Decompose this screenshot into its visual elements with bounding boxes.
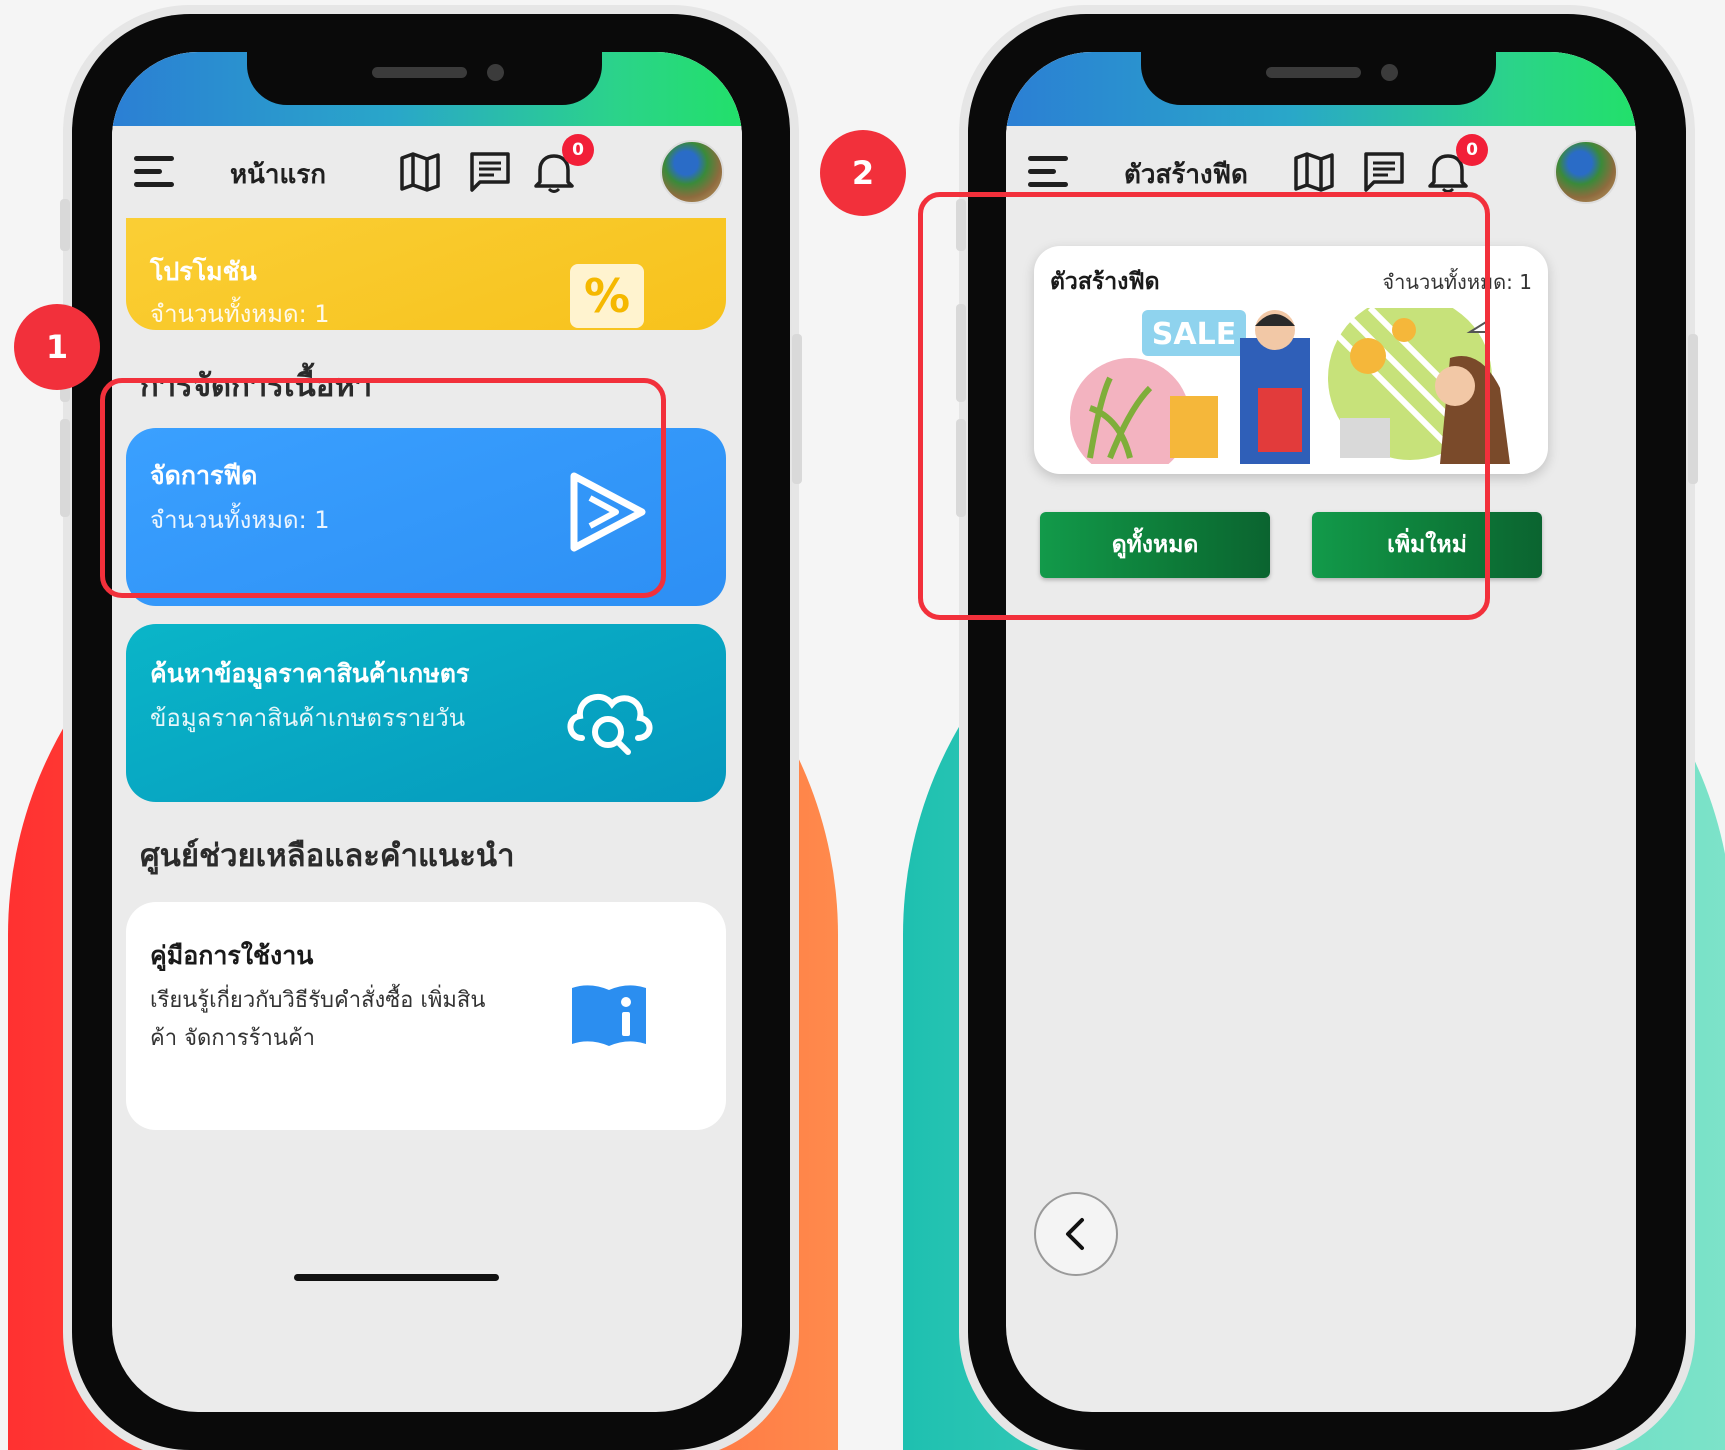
screen-home: โปรโมชัน จำนวนทั้งหมด: 1 % การจัดการเนื้… xyxy=(112,52,742,1412)
notch-speaker xyxy=(372,67,467,78)
notch-speaker xyxy=(1266,67,1361,78)
user-manual-desc-line1: เรียนรู้เกี่ยวกับวิธีรับคำสั่งซื้อ เพิ่ม… xyxy=(150,988,486,1013)
page-title: ตัวสร้างฟีด xyxy=(1124,160,1248,190)
promo-card-title: โปรโมชัน xyxy=(150,257,257,286)
menu-icon[interactable] xyxy=(1028,154,1072,190)
chat-icon[interactable] xyxy=(468,150,512,194)
highlight-manage-feed xyxy=(100,378,666,598)
step-2-marker: 2 xyxy=(820,130,906,216)
user-manual-desc-line2: ค้า จัดการร้านค้า xyxy=(150,1026,316,1051)
back-button[interactable] xyxy=(1034,1192,1118,1276)
help-section-title: ศูนย์ช่วยเหลือและคำแนะนำ xyxy=(140,838,515,874)
phone-power-button xyxy=(792,334,802,484)
top-bar: หน้าแรก 0 xyxy=(112,52,742,218)
page-title: หน้าแรก xyxy=(230,160,326,190)
notch-camera xyxy=(1381,64,1398,81)
notification-badge: 0 xyxy=(1456,134,1488,166)
phone-notch xyxy=(1141,52,1496,105)
step-1-marker: 1 xyxy=(14,304,100,390)
phone-volume-down xyxy=(60,419,70,517)
avatar[interactable] xyxy=(660,140,724,204)
user-manual-title: คู่มือการใช้งาน xyxy=(150,941,314,970)
phone-power-button xyxy=(1688,334,1698,484)
agri-price-title: ค้นหาข้อมูลราคาสินค้าเกษตร xyxy=(150,659,470,688)
map-icon[interactable] xyxy=(398,150,442,194)
chevron-left-icon xyxy=(1066,1218,1084,1250)
cloud-search-icon xyxy=(567,693,653,755)
percent-icon: % xyxy=(570,264,644,328)
home-indicator[interactable] xyxy=(294,1274,499,1281)
phone-silent-switch xyxy=(60,199,70,251)
agri-price-subtitle: ข้อมูลราคาสินค้าเกษตรรายวัน xyxy=(150,704,466,732)
promo-card-subtitle: จำนวนทั้งหมด: 1 xyxy=(150,300,330,328)
agri-price-card[interactable]: ค้นหาข้อมูลราคาสินค้าเกษตร ข้อมูลราคาสิน… xyxy=(126,624,726,802)
map-icon[interactable] xyxy=(1292,150,1336,194)
phone-notch xyxy=(247,52,602,105)
user-manual-card[interactable]: คู่มือการใช้งาน เรียนรู้เกี่ยวกับวิธีรับ… xyxy=(126,902,726,1130)
book-info-icon xyxy=(572,985,646,1046)
chat-icon[interactable] xyxy=(1362,150,1406,194)
menu-icon[interactable] xyxy=(134,154,178,190)
highlight-feed-builder xyxy=(918,192,1490,620)
notification-badge: 0 xyxy=(562,134,594,166)
notch-camera xyxy=(487,64,504,81)
avatar[interactable] xyxy=(1554,140,1618,204)
phone-frame-left: โปรโมชัน จำนวนทั้งหมด: 1 % การจัดการเนื้… xyxy=(60,14,802,1450)
nav-row: หน้าแรก 0 xyxy=(112,126,742,218)
